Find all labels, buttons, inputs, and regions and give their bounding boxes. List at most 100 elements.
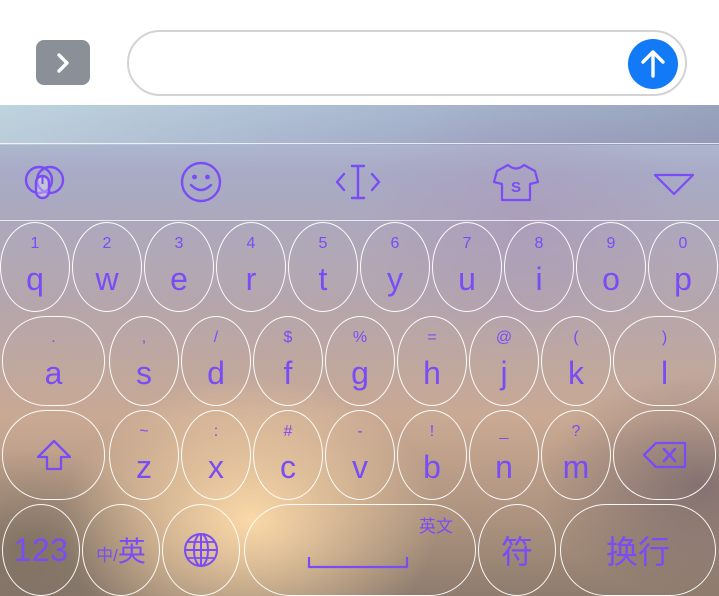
app-switch-button[interactable] (15, 152, 75, 212)
key-hint: @ (495, 329, 513, 346)
key-label: p (674, 261, 692, 297)
key-hint: _ (499, 423, 509, 440)
keyboard: S 1q 2w 3e 4r 5t 6y 7u 8i 9o 0p .a ,s / d… (0, 105, 719, 596)
key-t[interactable]: 5t (288, 222, 358, 312)
key-label: s (136, 355, 152, 391)
key-e[interactable]: 3e (144, 222, 214, 312)
key-label: d (207, 355, 225, 391)
collapse-icon (653, 173, 695, 196)
key-hint: - (357, 423, 363, 440)
key-label: c (280, 449, 296, 485)
return-label: 换行 (605, 534, 670, 570)
key-label: u (458, 261, 476, 297)
key-label: j (500, 355, 508, 391)
emoji-icon (180, 161, 222, 203)
key-v[interactable]: -v (325, 410, 395, 500)
key-hint: ~ (139, 423, 149, 440)
key-c[interactable]: # c (253, 410, 323, 500)
numbers-key[interactable]: 123 (2, 504, 80, 596)
delete-key[interactable] (613, 410, 716, 500)
arrow-up-icon (641, 50, 665, 78)
key-d[interactable]: / d (181, 316, 251, 406)
key-label: l (660, 355, 669, 391)
key-h[interactable]: = h (397, 316, 467, 406)
key-hint: 2 (102, 235, 112, 252)
key-hint: ? (571, 423, 581, 440)
shift-icon (36, 439, 71, 471)
expand-button[interactable] (36, 40, 90, 85)
chevron-right-icon (57, 52, 69, 73)
shift-key[interactable] (2, 410, 105, 500)
key-label: x (208, 449, 224, 485)
key-x[interactable]: :x (181, 410, 251, 500)
symbols-key[interactable]: 符 (478, 504, 556, 596)
skin-button[interactable]: S (486, 152, 546, 212)
key-hint: 5 (318, 235, 328, 252)
key-j[interactable]: @ j (469, 316, 539, 406)
numbers-label: 123 (13, 531, 69, 568)
key-k[interactable]: (k (541, 316, 611, 406)
key-hint: 1 (30, 235, 40, 252)
return-key[interactable]: 换行 (560, 504, 716, 596)
language-label-big: 英 (117, 536, 146, 567)
key-hint: 0 (678, 235, 688, 252)
key-hint: / (213, 329, 219, 346)
key-label: e (170, 261, 188, 297)
key-label: o (602, 261, 620, 297)
key-s[interactable]: ,s (109, 316, 179, 406)
key-label: t (318, 261, 328, 297)
key-label: n (495, 449, 513, 485)
key-label: w (95, 261, 119, 297)
key-label: v (352, 449, 368, 485)
key-a[interactable]: .a (2, 316, 105, 406)
key-label: m (562, 449, 590, 485)
key-hint: ) (661, 329, 668, 346)
delete-icon (642, 441, 686, 469)
key-g[interactable]: % g (325, 316, 395, 406)
globe-key[interactable] (162, 504, 240, 596)
key-label: z (136, 449, 152, 485)
key-y[interactable]: 6y (360, 222, 430, 312)
key-hint: . (51, 329, 56, 346)
skin-icon: S (492, 163, 540, 202)
key-z[interactable]: ~ z (109, 410, 179, 500)
key-hint: 3 (174, 235, 184, 252)
key-hint: 8 (534, 235, 544, 252)
space-key[interactable]: 英文 (244, 504, 476, 596)
key-label: i (535, 261, 543, 297)
message-input[interactable] (127, 30, 687, 96)
language-switch-key[interactable]: 中/英 (82, 504, 160, 596)
key-hint: 9 (606, 235, 616, 252)
key-o[interactable]: 9o (576, 222, 646, 312)
key-label: a (44, 355, 63, 391)
keyboard-toolbar: S (0, 143, 719, 221)
key-label: r (245, 261, 257, 297)
send-button[interactable] (628, 39, 678, 89)
globe-icon (184, 533, 218, 567)
key-m[interactable]: ? m (541, 410, 611, 500)
key-q[interactable]: 1q (0, 222, 70, 312)
key-hint: , (141, 329, 147, 346)
key-i[interactable]: 8i (504, 222, 574, 312)
key-f[interactable]: $ f (253, 316, 323, 406)
key-l[interactable]: ) l (613, 316, 716, 406)
cursor-button[interactable] (328, 152, 388, 212)
key-label: k (568, 355, 584, 391)
key-r[interactable]: 4r (216, 222, 286, 312)
key-hint: 7 (462, 235, 472, 252)
emoji-button[interactable] (171, 152, 231, 212)
key-p[interactable]: 0p (648, 222, 718, 312)
space-icon (307, 557, 409, 569)
key-hint: : (213, 423, 219, 440)
key-label: b (423, 449, 441, 485)
key-w[interactable]: 2w (72, 222, 142, 312)
collapse-keyboard-button[interactable] (644, 154, 704, 214)
symbols-label: 符 (500, 534, 533, 570)
key-hint: 6 (390, 235, 400, 252)
key-label: q (26, 261, 44, 297)
key-hint: % (352, 329, 368, 346)
key-hint: 4 (246, 235, 256, 252)
key-u[interactable]: 7u (432, 222, 502, 312)
key-b[interactable]: ! b (397, 410, 467, 500)
key-n[interactable]: _ n (469, 410, 539, 500)
